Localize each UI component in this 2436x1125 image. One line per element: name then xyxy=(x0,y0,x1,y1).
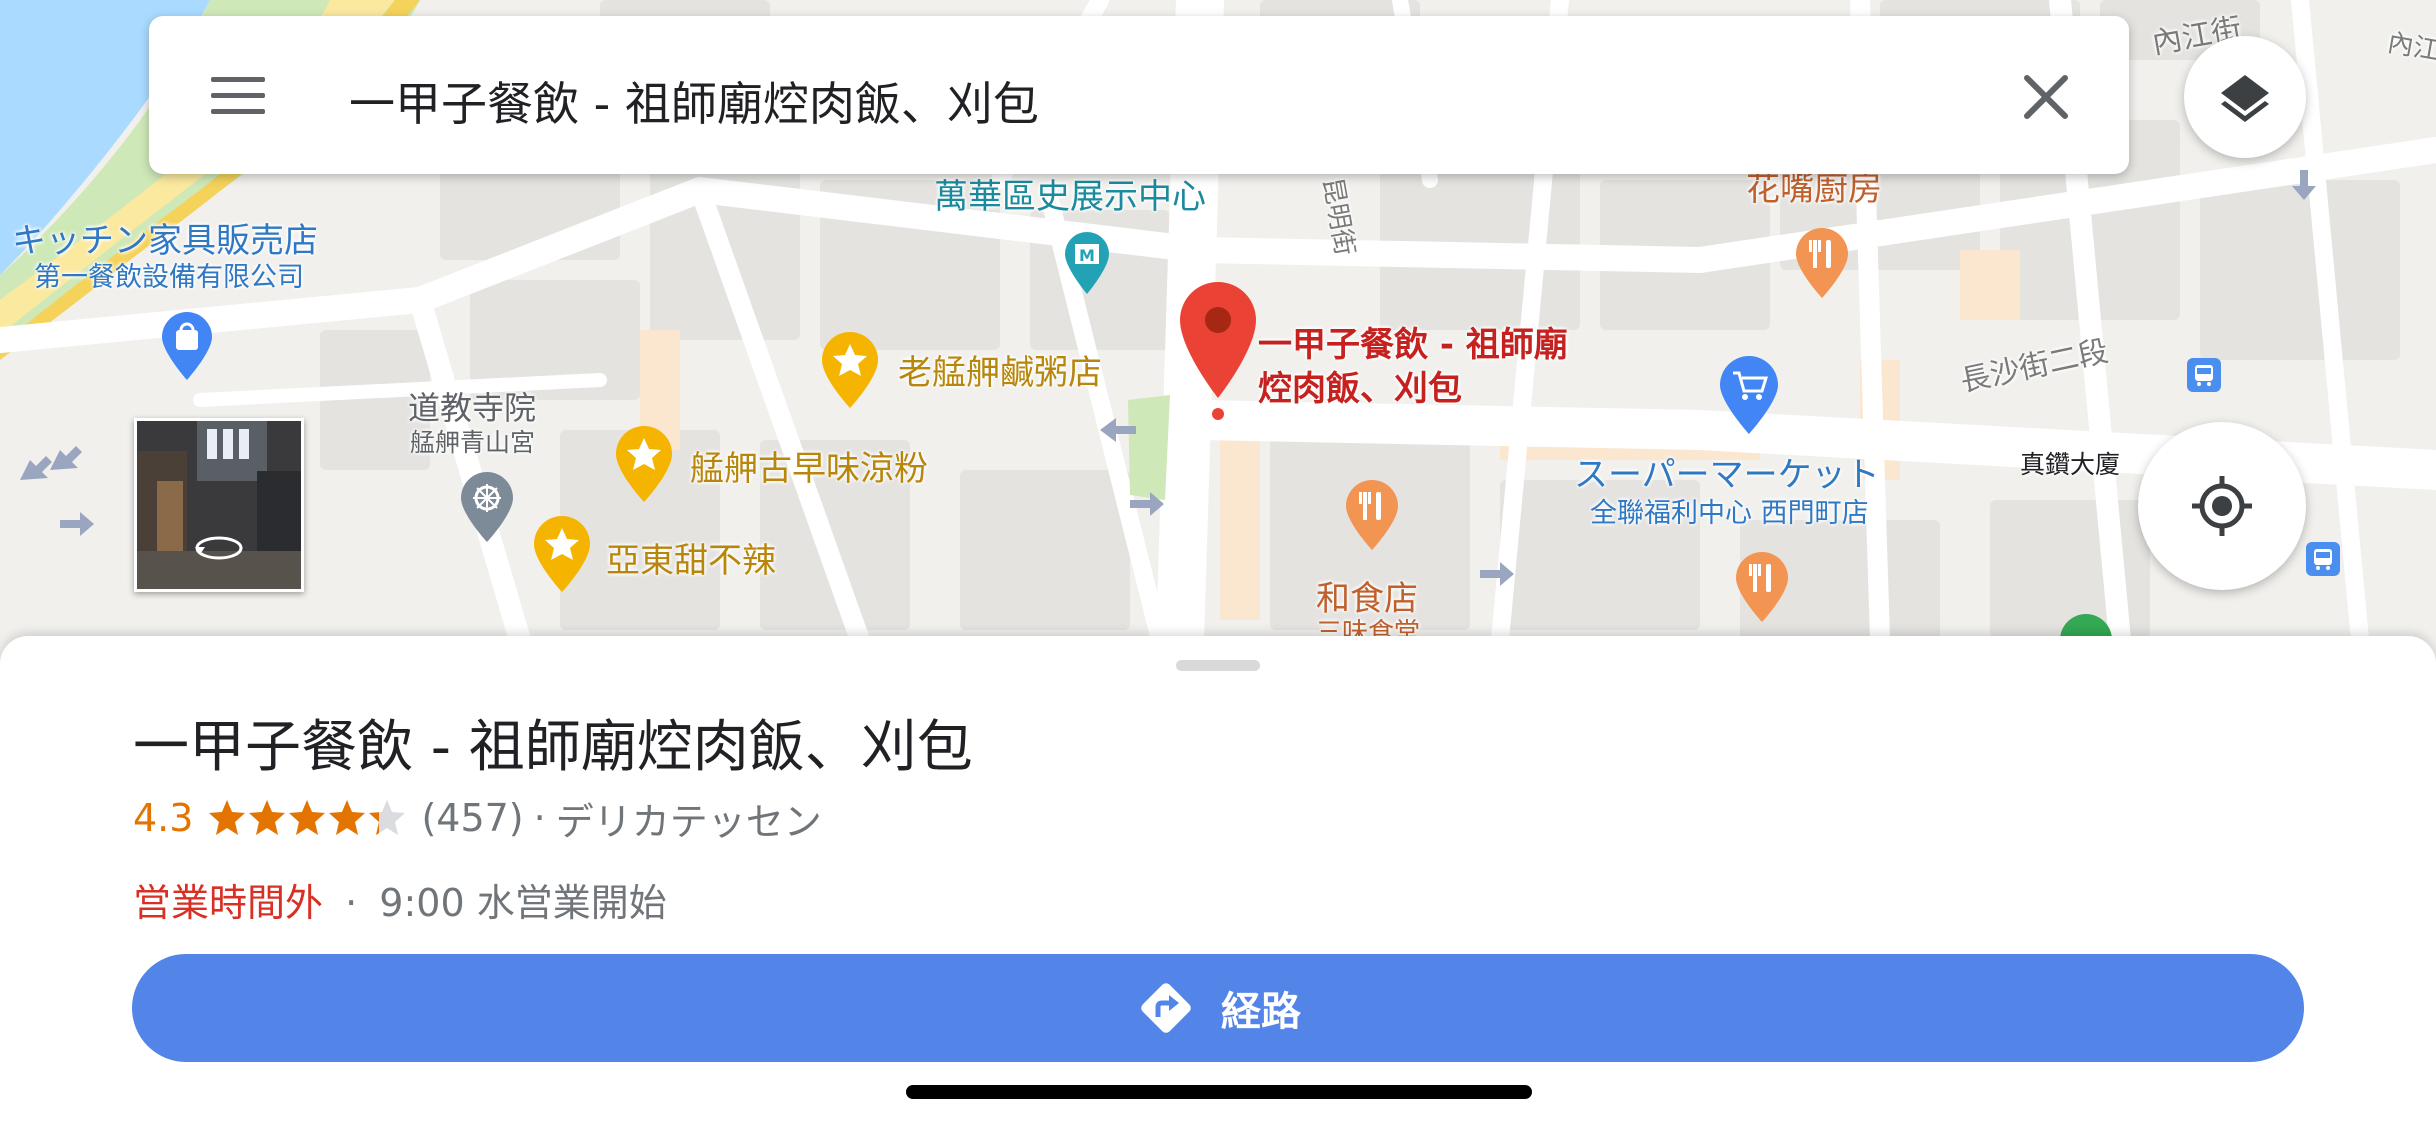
star-icon[interactable] xyxy=(820,332,880,410)
landmark-label: 亞東甜不辣 xyxy=(606,541,776,581)
shopping-bag-icon[interactable] xyxy=(160,312,214,382)
star-icon xyxy=(209,800,246,835)
landmark-label: 艋舺古早味涼粉 xyxy=(690,449,928,489)
building-label: 真鑽大廈 xyxy=(2020,450,2121,479)
landmark-label: スーパーマーケット xyxy=(1574,455,1880,495)
selected-pin-label: 一甲子餐飲 - 祖師廟 焢肉飯、刈包 xyxy=(1258,324,1568,411)
rating-value: 4.3 xyxy=(133,796,194,840)
bus-stop-icon[interactable] xyxy=(2187,358,2221,392)
review-count[interactable]: (457) xyxy=(421,796,523,840)
fork-knife-icon[interactable] xyxy=(1794,228,1850,300)
selected-pin-label-line2: 焢肉飯、刈包 xyxy=(1258,368,1462,409)
separator-dot: · xyxy=(345,881,358,925)
street-view-360-icon xyxy=(195,536,243,560)
close-icon xyxy=(2024,75,2068,119)
svg-text:M: M xyxy=(1079,246,1095,265)
star-icon[interactable] xyxy=(614,426,674,504)
rating-row: 4.3 (457) · デリカテッセン xyxy=(133,796,822,844)
selected-place-pin[interactable] xyxy=(1176,280,1260,425)
shopping-cart-icon[interactable] xyxy=(1718,356,1780,436)
place-title: 一甲子餐飲 - 祖師廟焢肉飯、刈包 xyxy=(133,715,973,780)
landmark-label: 老艋舺鹹粥店 xyxy=(898,353,1102,393)
hamburger-menu-icon xyxy=(211,77,265,114)
place-details-sheet[interactable]: 一甲子餐飲 - 祖師廟焢肉飯、刈包 4.3 (457) · デリカテッセン 営業… xyxy=(0,636,2436,1125)
landmark-sublabel: 艋舺青山宮 xyxy=(410,428,536,457)
hours-status: 営業時間外 xyxy=(133,881,324,925)
landmark-label: 萬華區史展示中心 xyxy=(934,177,1206,217)
landmark-sublabel: 全聯福利中心 西門町店 xyxy=(1590,498,1869,529)
landmark-label: 和食店 xyxy=(1316,579,1418,619)
landmark-label: キッチン家具販売店 xyxy=(12,221,318,261)
place-category: デリカテッセン xyxy=(555,799,822,844)
hours-next-open: 9:00 水営業開始 xyxy=(379,881,667,925)
landmark-label: 花嘴廚房 xyxy=(1746,169,1882,209)
separator-dot: · xyxy=(533,796,546,840)
my-location-icon xyxy=(2192,476,2252,536)
directions-icon xyxy=(1141,983,1191,1033)
search-bar[interactable]: 一甲子餐飲 - 祖師廟焢肉飯、刈包 xyxy=(149,16,2129,174)
clear-search-button[interactable] xyxy=(2019,70,2073,124)
bus-stop-icon[interactable] xyxy=(2306,542,2340,576)
selected-pin-label-line1: 一甲子餐飲 - 祖師廟 xyxy=(1258,325,1568,365)
star-icon[interactable] xyxy=(532,516,592,594)
fork-knife-icon[interactable] xyxy=(1734,552,1790,624)
museum-icon[interactable]: M xyxy=(1063,232,1111,296)
home-indicator[interactable] xyxy=(906,1085,1532,1099)
directions-label: 経路 xyxy=(1221,989,1301,1035)
dharma-wheel-icon[interactable] xyxy=(459,472,515,544)
directions-button[interactable]: 経路 xyxy=(132,954,2304,1062)
star-icon xyxy=(369,800,406,835)
my-location-button[interactable] xyxy=(2138,422,2306,590)
search-query-text[interactable]: 一甲子餐飲 - 祖師廟焢肉飯、刈包 xyxy=(349,68,1039,134)
layers-icon xyxy=(2221,75,2269,122)
layers-button[interactable] xyxy=(2184,36,2306,158)
landmark-sublabel: 第一餐飲設備有限公司 xyxy=(34,262,304,293)
star-icon xyxy=(329,800,366,835)
hours-row[interactable]: 営業時間外 · 9:00 水営業開始 xyxy=(133,872,667,927)
star-icon xyxy=(249,800,286,835)
landmark-label: 道教寺院 xyxy=(408,389,537,427)
sheet-drag-handle[interactable] xyxy=(1176,660,1260,671)
star-icon xyxy=(289,800,326,835)
menu-button[interactable] xyxy=(209,63,267,127)
rating-stars xyxy=(207,798,407,838)
fork-knife-icon[interactable] xyxy=(1344,480,1400,552)
street-view-thumbnail[interactable] xyxy=(134,418,304,592)
